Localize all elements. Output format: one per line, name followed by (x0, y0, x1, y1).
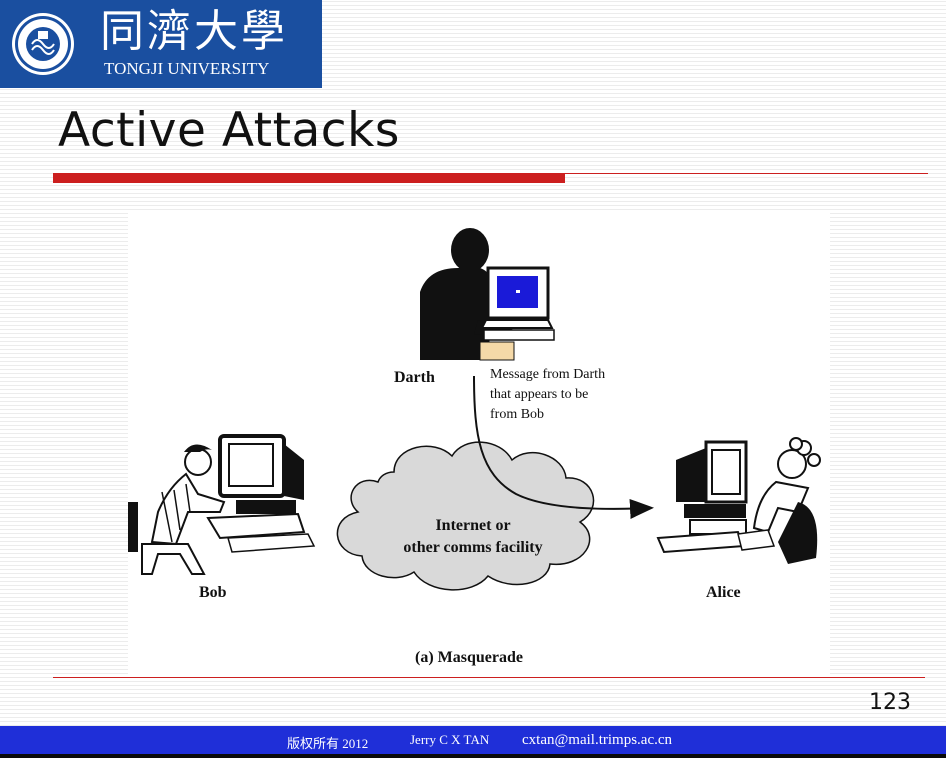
footer-author: Jerry C X TAN (410, 732, 490, 747)
footer-bottom-edge (0, 754, 946, 758)
callout-line: Message from Darth (490, 367, 606, 382)
university-seal-icon (12, 13, 74, 75)
bob-figure-icon (128, 434, 316, 575)
alice-label: Alice (706, 584, 741, 601)
page-number: 123 (869, 690, 911, 715)
cloud-label-line: other comms facility (403, 539, 543, 556)
footer-bar: 版权所有 2012 Jerry C X TAN cxtan@mail.trimp… (0, 726, 946, 754)
bottom-divider (53, 677, 925, 678)
cloud-label-line: Internet or (435, 517, 511, 534)
figure-caption: (a) Masquerade (415, 649, 523, 666)
callout-line: that appears to be (490, 387, 589, 402)
masquerade-figure: Darth Message from Darth that appears to… (128, 212, 830, 674)
callout-line: from Bob (490, 407, 545, 422)
bob-label: Bob (199, 584, 227, 601)
darth-label: Darth (394, 369, 435, 386)
masquerade-diagram (128, 228, 821, 591)
title-underline-bar (53, 173, 565, 183)
alice-figure-icon (656, 437, 821, 564)
cloud-label: Internet or other comms facility (368, 515, 578, 559)
slide-title: Active Attacks (58, 103, 400, 158)
title-underline-rule (565, 173, 928, 174)
logo-chinese-text: 同濟大學 (100, 6, 288, 57)
university-logo-banner: 同濟大學 TONGJI UNIVERSITY (0, 0, 322, 88)
footer-copyright: 版权所有 2012 (287, 736, 369, 751)
footer-email: cxtan@mail.trimps.ac.cn (522, 732, 673, 748)
attack-callout: Message from Darth that appears to be fr… (490, 365, 605, 425)
logo-english-text: TONGJI UNIVERSITY (104, 59, 270, 78)
darth-figure-icon (420, 228, 555, 361)
